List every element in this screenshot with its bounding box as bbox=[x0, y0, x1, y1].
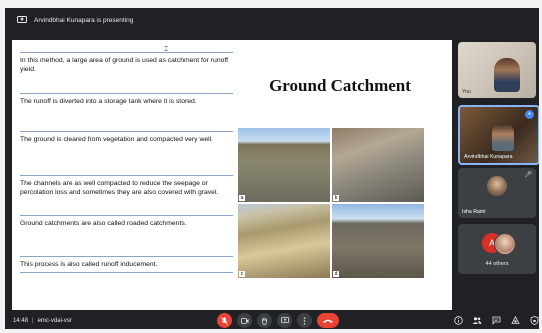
slide-bullet: In this method, a large area of ground i… bbox=[20, 52, 233, 74]
shield-lock-icon bbox=[530, 315, 538, 325]
mic-toggle-button[interactable] bbox=[217, 313, 232, 328]
others-count: 44 others bbox=[485, 261, 509, 267]
participant-tile-presenter[interactable]: ● Arvindbhai Kunapara bbox=[458, 105, 539, 165]
meeting-details-button[interactable] bbox=[452, 314, 464, 326]
photo-label: c bbox=[239, 271, 245, 277]
slide-bullet-list: In this method, a large area of ground i… bbox=[20, 40, 235, 310]
more-vert-icon bbox=[303, 316, 306, 325]
end-call-icon bbox=[323, 319, 333, 323]
meeting-clock: 14:48 bbox=[13, 317, 29, 324]
participant-name: You bbox=[462, 89, 471, 95]
present-screen-icon bbox=[15, 13, 29, 27]
landscape-photo: d bbox=[332, 204, 424, 278]
shared-slide: ⌶ In this method, a large area of ground… bbox=[12, 40, 452, 310]
participant-video bbox=[494, 58, 520, 92]
participant-name: Isha Rami bbox=[462, 209, 486, 215]
meeting-code: emc-vdai-vsr bbox=[37, 317, 72, 324]
photo-label: d bbox=[333, 271, 339, 277]
hand-icon bbox=[262, 317, 267, 325]
chat-icon bbox=[492, 316, 500, 325]
people-icon bbox=[472, 316, 482, 324]
landscape-photo: c bbox=[238, 204, 330, 278]
raise-hand-button[interactable] bbox=[257, 313, 272, 328]
activities-button[interactable] bbox=[509, 314, 521, 326]
chat-button[interactable] bbox=[490, 314, 502, 326]
shapes-icon bbox=[510, 315, 520, 324]
presentation-banner-text: Arvindbhai Kunapara is presenting bbox=[34, 16, 134, 24]
slide-bullet: This process is also called runoff induc… bbox=[20, 256, 233, 274]
leave-call-button[interactable] bbox=[317, 313, 339, 328]
present-icon bbox=[280, 317, 289, 323]
info-icon bbox=[453, 315, 463, 325]
camera-icon bbox=[240, 317, 248, 324]
participant-tile-isha[interactable]: 🎤︎ Isha Rami bbox=[458, 168, 536, 218]
participant-name: Arvindbhai Kunapara bbox=[464, 154, 513, 160]
slide-bullet: Ground catchments are also called roaded… bbox=[20, 215, 233, 228]
divider: | bbox=[32, 317, 34, 324]
slide-bullet: The channels are as well compacted to re… bbox=[20, 175, 233, 197]
mic-off-icon: 🎤︎ bbox=[524, 172, 532, 178]
speaking-indicator-icon: ● bbox=[525, 110, 534, 119]
camera-toggle-button[interactable] bbox=[237, 313, 252, 328]
participant-video bbox=[492, 123, 514, 151]
bottom-toolbar: 14:48 | emc-vdai-vsr bbox=[5, 312, 539, 329]
slide-bullet: The ground is cleared from vegetation an… bbox=[20, 131, 233, 144]
participant-tile-you[interactable]: You bbox=[458, 42, 536, 98]
meeting-window: Arvindbhai Kunapara is presenting ⌶ In t… bbox=[5, 8, 539, 329]
call-controls bbox=[217, 313, 339, 328]
photo-label: b bbox=[333, 195, 339, 201]
slide-title: Ground Catchment bbox=[269, 76, 411, 95]
host-controls-button[interactable] bbox=[528, 314, 539, 326]
mic-off-icon bbox=[221, 316, 228, 325]
participant-tile-others[interactable]: A 44 others bbox=[458, 224, 536, 274]
photo-label: a bbox=[239, 195, 245, 201]
people-button[interactable] bbox=[471, 314, 483, 326]
participant-avatar bbox=[487, 176, 507, 196]
landscape-photo: b bbox=[332, 128, 424, 202]
landscape-photo: a bbox=[238, 128, 330, 202]
present-button[interactable] bbox=[277, 313, 292, 328]
side-controls bbox=[452, 314, 539, 326]
presentation-banner: Arvindbhai Kunapara is presenting bbox=[5, 8, 539, 32]
more-options-button[interactable] bbox=[297, 313, 312, 328]
photo-grid: a b c d bbox=[238, 128, 424, 278]
participant-avatar bbox=[494, 233, 516, 255]
slide-bullet: The runoff is diverted into a storage ta… bbox=[20, 93, 233, 106]
